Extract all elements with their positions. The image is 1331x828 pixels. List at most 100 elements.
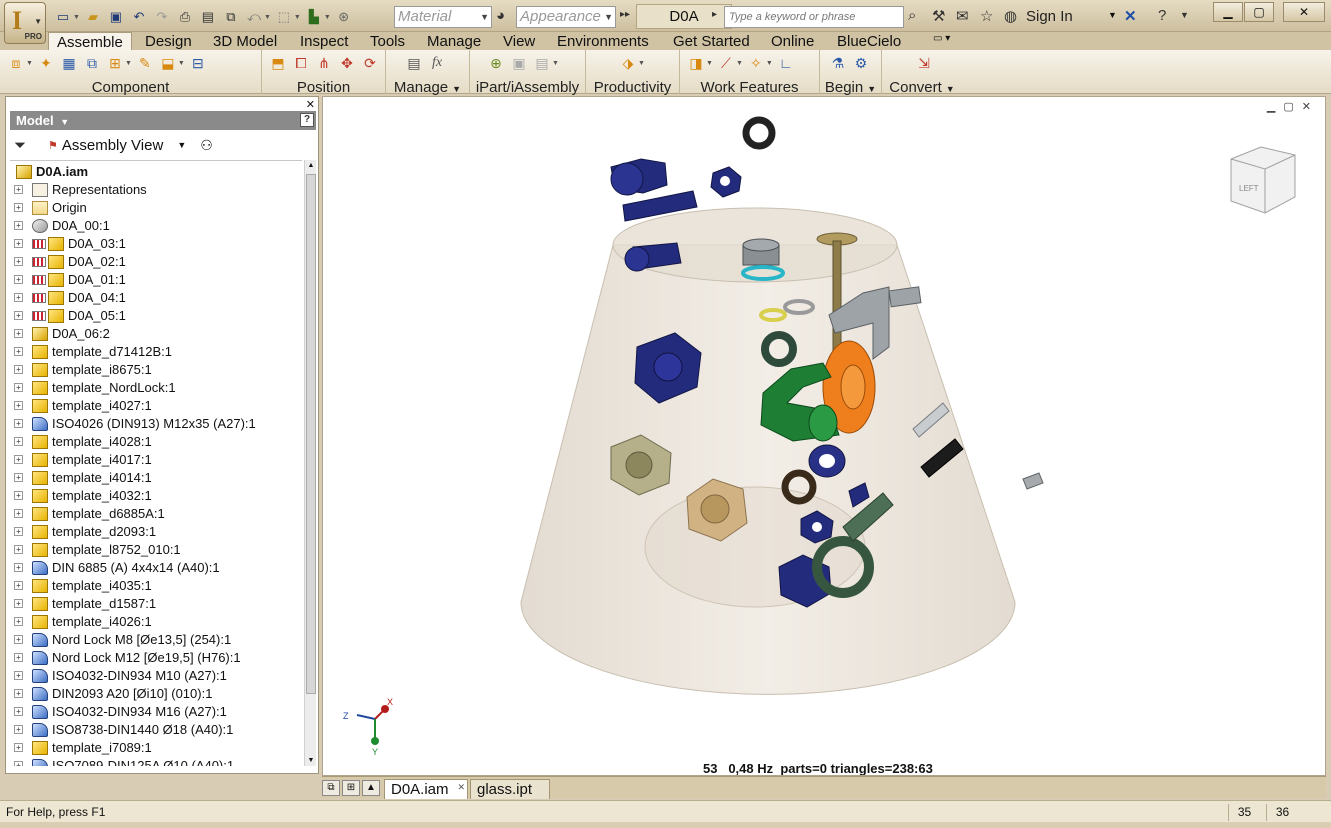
expand-icon[interactable]: + (14, 599, 23, 608)
tree-row[interactable]: + ISO4026 (DIN913) M12x35 (A27):1 (10, 415, 300, 433)
favorites-icon[interactable]: ☆ (980, 7, 993, 25)
tree-row[interactable]: + template_i7089:1 (10, 739, 300, 757)
chevron-down-icon[interactable]: ▼ (125, 60, 132, 67)
tree-row[interactable]: + D0A_00:1 (10, 217, 300, 235)
edit-factory-icon[interactable]: ▣ (509, 53, 529, 73)
tree-row[interactable]: + D0A_05:1 (10, 307, 300, 325)
doc-tab-glass[interactable]: glass.ipt (470, 779, 550, 799)
graphics-window-controls[interactable]: ▁▢✕ (1267, 100, 1319, 113)
minimize-button[interactable]: ▁ (1213, 2, 1243, 22)
scrollbar-thumb[interactable] (306, 174, 316, 694)
tree-row[interactable]: + template_NordLock:1 (10, 379, 300, 397)
tree-row[interactable]: + ISO4032-DIN934 M16 (A27):1 (10, 703, 300, 721)
communication-center-icon[interactable]: ✉ (956, 7, 969, 25)
redo-icon[interactable]: ↷ (153, 8, 171, 26)
create-ipart-icon[interactable]: ⊕ (486, 53, 506, 73)
expand-icon[interactable]: + (14, 221, 23, 230)
project-icon[interactable]: ⧉ (222, 8, 240, 26)
tree-row[interactable]: + D0A_02:1 (10, 253, 300, 271)
work-point-icon[interactable]: ✧ (746, 53, 766, 73)
help-icon[interactable]: ? (1158, 7, 1166, 24)
demote-icon[interactable]: ⬓ (158, 53, 178, 73)
tree-row[interactable]: + template_i4014:1 (10, 469, 300, 487)
cascade-windows-icon[interactable]: ⧉ (322, 780, 340, 796)
panel-manage-title[interactable]: Manage ▼ (386, 79, 469, 96)
update-icon[interactable]: ⊛ (335, 8, 353, 26)
panel-ipart-title[interactable]: iPart/iAssembly (470, 79, 585, 96)
exchange-apps-icon[interactable]: ✕ (1124, 7, 1137, 25)
appearance-dropdown[interactable]: Appearance ▼ (516, 6, 616, 28)
search-expand-icon[interactable]: ▸ (712, 9, 717, 20)
selection-priority-icon[interactable]: ▙ (305, 8, 323, 26)
sign-in-link[interactable]: Sign In (1026, 8, 1073, 25)
tree-row[interactable]: + template_i4035:1 (10, 577, 300, 595)
chevron-down-icon[interactable]: ▼ (73, 14, 80, 21)
tree-row[interactable]: + Representations (10, 181, 300, 199)
close-icon[interactable]: ✕ (457, 777, 465, 797)
expand-icon[interactable]: + (14, 239, 23, 248)
tree-row[interactable]: + DIN 6885 (A) 4x4x14 (A40):1 (10, 559, 300, 577)
expand-icon[interactable]: + (14, 203, 23, 212)
close-icon[interactable]: ✕ (306, 98, 315, 111)
panel-work-features-title[interactable]: Work Features (680, 79, 819, 96)
expand-icon[interactable]: + (14, 437, 23, 446)
panel-productivity-title[interactable]: Productivity (586, 79, 679, 96)
bill-of-materials-icon[interactable]: ⊟ (188, 53, 208, 73)
expand-icon[interactable]: + (14, 365, 23, 374)
expand-icon[interactable]: + (14, 743, 23, 752)
new-icon[interactable]: ▭ (54, 8, 72, 26)
tree-row[interactable]: + Nord Lock M8 [Øe13,5] (254):1 (10, 631, 300, 649)
close-button[interactable]: ✕ (1283, 2, 1325, 22)
tab-get-started[interactable]: Get Started (673, 32, 750, 51)
tab-3d-model[interactable]: 3D Model (213, 32, 277, 51)
expand-icon[interactable]: + (14, 401, 23, 410)
shrinkwrap-icon[interactable]: ✎ (135, 53, 155, 73)
tree-row[interactable]: + D0A_06:2 (10, 325, 300, 343)
material-dropdown[interactable]: Material ▼ (394, 6, 492, 28)
chevron-down-icon[interactable]: ▼ (706, 60, 713, 67)
chevron-down-icon[interactable]: ▼ (638, 60, 645, 67)
tree-row[interactable]: + D0A_04:1 (10, 289, 300, 307)
return-icon[interactable]: ⤺ (245, 8, 263, 26)
tree-row[interactable]: + template_l8752_010:1 (10, 541, 300, 559)
chevron-down-icon[interactable]: ▼ (1180, 10, 1189, 20)
tree-row[interactable]: + Origin (10, 199, 300, 217)
expand-icon[interactable]: + (14, 617, 23, 626)
application-menu-button[interactable]: I ▼ PRO (4, 2, 46, 44)
filter-icon[interactable]: ⏷ (10, 137, 30, 154)
work-axis-icon[interactable]: ⟋ (716, 53, 736, 73)
graphics-window[interactable]: LEFT Z X Y ▁▢✕ 53 0,48 Hz parts=0 triang… (322, 96, 1326, 776)
expand-icon[interactable]: + (14, 185, 23, 194)
expand-icon[interactable]: + (14, 581, 23, 590)
tree-row[interactable]: + ISO8738-DIN1440 Ø18 (A40):1 (10, 721, 300, 739)
tab-design[interactable]: Design (145, 32, 192, 51)
tree-row[interactable]: + template_i4026:1 (10, 613, 300, 631)
binoculars-icon[interactable]: ⌕ (908, 7, 916, 24)
pattern-icon[interactable]: ▦ (59, 53, 79, 73)
tree-row[interactable]: + template_i4017:1 (10, 451, 300, 469)
tree-row[interactable]: + DIN2093 A20 [Øi10] (010):1 (10, 685, 300, 703)
tile-windows-icon[interactable]: ⊞ (342, 780, 360, 796)
view-selector[interactable]: ⚑ Assembly View ▼ (48, 137, 186, 154)
panel-convert-title[interactable]: Convert ▼ (882, 79, 962, 96)
mirror-icon[interactable]: ⧉ (82, 53, 102, 73)
expand-icon[interactable]: + (14, 725, 23, 734)
constrain-icon[interactable]: ⬒ (268, 53, 288, 73)
expand-icon[interactable]: + (14, 671, 23, 680)
expand-icon[interactable]: + (14, 419, 23, 428)
open-icon[interactable]: ▰ (84, 8, 102, 26)
binoculars-icon[interactable]: ⚇ (200, 137, 213, 154)
expand-icon[interactable]: + (14, 257, 23, 266)
tab-inspect[interactable]: Inspect (300, 32, 348, 51)
scroll-up-icon[interactable]: ▲ (305, 162, 317, 169)
expand-icon[interactable]: + (14, 689, 23, 698)
panel-component-title[interactable]: Component (0, 79, 261, 96)
chevron-down-icon[interactable]: ▼ (294, 14, 301, 21)
edit-table-icon[interactable]: ▤ (532, 53, 552, 73)
ribbon-display-toggle-icon[interactable]: ▭ ▾ (933, 33, 950, 44)
subscription-icon[interactable]: ⚒ (932, 7, 945, 25)
select-icon[interactable]: ⬚ (275, 8, 293, 26)
tree-row[interactable]: + template_d1587:1 (10, 595, 300, 613)
copy-icon[interactable]: ⊞ (105, 53, 125, 73)
assemble-icon[interactable]: ⧠ (291, 53, 311, 73)
